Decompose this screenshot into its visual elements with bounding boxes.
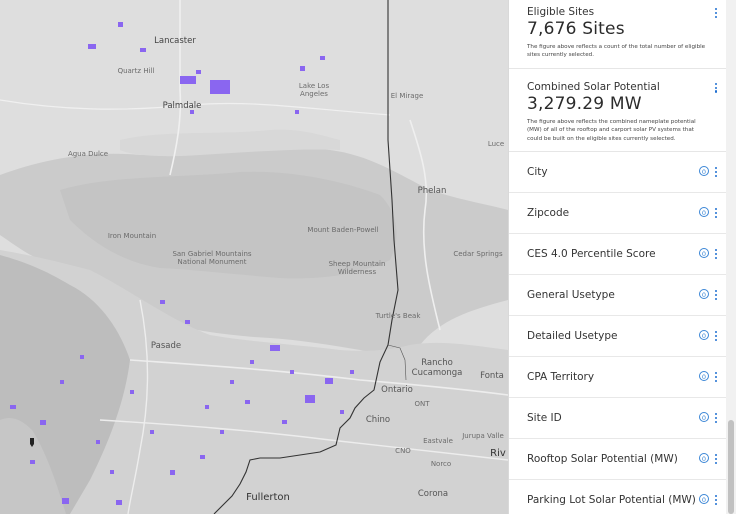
filter-row-site-id[interactable]: Site ID 0 <box>509 398 727 439</box>
filter-row-cpa-territory[interactable]: CPA Territory 0 <box>509 357 727 398</box>
filter-row-city[interactable]: City 0 <box>509 152 727 193</box>
filter-label: City <box>527 165 548 178</box>
map-label-turtles-beak: Turtle's Beak <box>375 312 421 320</box>
map-label-eastvale: Eastvale <box>423 437 453 445</box>
filter-menu-icon[interactable] <box>715 207 719 219</box>
filter-row-ces-4-0-percentile-score[interactable]: CES 4.0 Percentile Score 0 <box>509 234 727 275</box>
map-label-sheep-mountain: Sheep Mountain Wilderness <box>328 260 386 277</box>
filter-menu-icon[interactable] <box>715 330 719 342</box>
scrollbar-thumb[interactable] <box>728 420 734 514</box>
eligible-sites-note: The figure above reflects a count of the… <box>527 44 706 59</box>
filter-menu-icon[interactable] <box>715 412 719 424</box>
eligible-sites-card: Eligible Sites 7,676 Sites The figure ab… <box>509 0 727 69</box>
eligible-sites-value: 7,676 Sites <box>527 19 625 39</box>
solar-potential-note: The figure above reflects the combined n… <box>527 118 696 142</box>
filter-count-badge: 0 <box>699 288 709 299</box>
filter-count-badge: 0 <box>699 329 709 340</box>
solar-potential-card: Combined Solar Potential 3,279.29 MW The… <box>509 69 727 152</box>
filter-count-badge: 0 <box>699 493 709 504</box>
map-label-phelan: Phelan <box>417 186 447 196</box>
filter-label: General Usetype <box>527 288 615 301</box>
stats-panel[interactable]: Eligible Sites 7,676 Sites The figure ab… <box>508 0 727 514</box>
map-label-quartz-hill: Quartz Hill <box>117 67 155 75</box>
filter-count-badge: 0 <box>699 370 709 381</box>
filter-label: Detailed Usetype <box>527 329 618 342</box>
map-label-cno-airport: CNO <box>395 447 411 455</box>
map-view[interactable]: Lancaster Quartz Hill Palmdale Lake Los … <box>0 0 508 514</box>
map-label-lucerne: Luce <box>487 140 505 148</box>
map-label-jurupa-valley: Jurupa Valle <box>462 432 504 440</box>
map-label-san-gabriel: San Gabriel Mountains National Monument <box>172 250 252 267</box>
map-label-lake-los-angeles: Lake Los Angeles <box>298 82 330 99</box>
filter-menu-icon[interactable] <box>715 453 719 465</box>
map-label-el-mirage: El Mirage <box>390 92 424 100</box>
filter-label: Site ID <box>527 411 562 424</box>
eligible-sites-title: Eligible Sites <box>527 6 595 18</box>
filter-count-badge: 0 <box>699 206 709 217</box>
map-label-rancho-cucamonga: Rancho Cucamonga <box>411 358 463 378</box>
map-label-lancaster: Lancaster <box>154 36 196 46</box>
filter-menu-icon[interactable] <box>715 371 719 383</box>
filter-count-badge: 0 <box>699 452 709 463</box>
solar-potential-title: Combined Solar Potential <box>527 80 660 93</box>
map-label-fontana: Fonta <box>480 371 504 381</box>
filter-menu-icon[interactable] <box>715 248 719 260</box>
map-label-palmdale: Palmdale <box>162 101 202 111</box>
filter-label: Parking Lot Solar Potential (MW) <box>527 493 696 506</box>
map-label-ont-airport: ONT <box>414 400 430 408</box>
solar-potential-value: 3,279.29 MW <box>527 93 642 114</box>
map-label-mount-baden-powell: Mount Baden-Powell <box>307 226 379 234</box>
filter-menu-icon[interactable] <box>715 166 719 178</box>
filter-label: Zipcode <box>527 206 570 219</box>
filter-row-zipcode[interactable]: Zipcode 0 <box>509 193 727 234</box>
map-label-ontario: Ontario <box>381 385 413 395</box>
filter-row-rooftop-solar-potential-mw[interactable]: Rooftop Solar Potential (MW) 0 <box>509 439 727 480</box>
map-label-agua-dulce: Agua Dulce <box>67 150 109 158</box>
map-label-norco: Norco <box>430 460 452 468</box>
filter-row-parking-lot-solar-potential-mw[interactable]: Parking Lot Solar Potential (MW) 0 <box>509 480 727 514</box>
map-label-pasadena: Pasade <box>150 341 182 351</box>
panel-scrollbar[interactable] <box>726 0 736 514</box>
map-label-chino: Chino <box>365 415 391 425</box>
map-label-riverside: Riv <box>490 448 506 459</box>
filter-list: City 0 Zipcode 0 CES 4.0 Percentile Score 0 Ge… <box>509 152 727 514</box>
filter-count-badge: 0 <box>699 411 709 422</box>
filter-row-detailed-usetype[interactable]: Detailed Usetype 0 <box>509 316 727 357</box>
filter-label: Rooftop Solar Potential (MW) <box>527 452 678 465</box>
filter-row-general-usetype[interactable]: General Usetype 0 <box>509 275 727 316</box>
map-label-fullerton: Fullerton <box>246 492 290 503</box>
map-label-corona: Corona <box>417 489 449 499</box>
eligible-sites-menu-icon[interactable] <box>715 8 719 19</box>
filter-count-badge: 0 <box>699 165 709 176</box>
filter-menu-icon[interactable] <box>715 494 719 506</box>
filter-menu-icon[interactable] <box>715 289 719 301</box>
map-label-iron-mountain: Iron Mountain <box>107 232 157 240</box>
solar-potential-menu-icon[interactable] <box>715 82 719 94</box>
filter-label: CPA Territory <box>527 370 595 383</box>
filter-count-badge: 0 <box>699 247 709 258</box>
map-label-cedar-springs: Cedar Springs <box>453 250 503 258</box>
filter-label: CES 4.0 Percentile Score <box>527 247 656 260</box>
